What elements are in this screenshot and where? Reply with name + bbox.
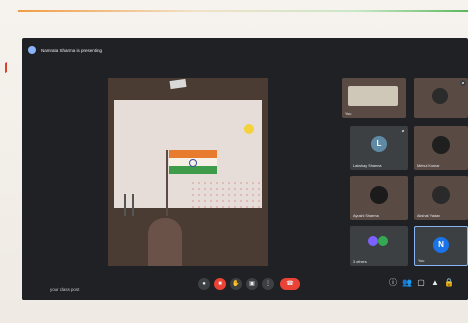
participant-tile[interactable]: Mehul Kumar [414, 126, 468, 170]
camera-off-icon: ■ [218, 281, 222, 287]
participant-tile[interactable]: N You [414, 226, 468, 266]
participant-face [432, 186, 450, 204]
hand-silhouette [148, 218, 182, 266]
info-icon: ⓘ [389, 278, 397, 287]
soldier-drawing [124, 194, 134, 216]
present-icon: ▣ [249, 281, 255, 287]
chat-button[interactable]: ▢ [416, 278, 426, 288]
bottom-left-label: your class post [50, 287, 80, 292]
people-icon: 👥 [402, 278, 412, 287]
info-button[interactable]: ⓘ [388, 278, 398, 288]
dot-pattern [190, 180, 260, 210]
participant-name: You [418, 259, 425, 263]
mic-off-icon: ⌀ [460, 80, 466, 86]
participant-tile[interactable]: You [342, 78, 406, 118]
participant-tile[interactable]: L Lakshay Sharma ⌀ [350, 126, 408, 170]
end-call-icon: ☎ [286, 281, 294, 287]
more-icon: ⋮ [265, 281, 271, 287]
avatar: L [371, 136, 387, 152]
presenting-text: Namrata Sharma is presenting [41, 47, 103, 53]
camera-button[interactable]: ■ [214, 278, 226, 290]
shared-screen[interactable] [108, 78, 268, 266]
activities-button[interactable]: ▲ [430, 278, 440, 288]
thumbnail-preview [348, 86, 398, 106]
more-button[interactable]: ⋮ [262, 278, 274, 290]
participant-tile[interactable]: Ayushi Sharma [350, 176, 408, 220]
activities-icon: ▲ [431, 278, 439, 287]
participant-name: Akshat Yadav [417, 214, 441, 218]
sun-drawing [244, 124, 254, 134]
participant-face [432, 88, 448, 104]
participant-tile[interactable]: ⌀ [414, 78, 468, 118]
header-gradient-rule [18, 10, 468, 12]
pole-drawing [166, 150, 168, 216]
mic-icon: ● [202, 281, 206, 287]
avatar [378, 236, 388, 246]
chat-icon: ▢ [417, 278, 425, 287]
mic-button[interactable]: ● [198, 278, 210, 290]
people-button[interactable]: 👥 [402, 278, 412, 288]
presenting-banner: Namrata Sharma is presenting [28, 43, 102, 57]
presenting-icon [28, 46, 36, 54]
drawing-sheet [114, 100, 262, 216]
participant-name: Lakshay Sharma [353, 164, 382, 168]
participant-face [370, 186, 388, 204]
raise-hand-button[interactable]: ✋ [230, 278, 242, 290]
participant-face [432, 136, 450, 154]
google-meet-window: Namrata Sharma is presenting You ⌀ L Lak… [22, 38, 468, 300]
eraser-icon [169, 78, 187, 90]
participant-name: Ayushi Sharma [353, 214, 379, 218]
avatar [368, 236, 378, 246]
hand-icon: ✋ [232, 281, 240, 287]
participant-tile[interactable]: Akshat Yadav [414, 176, 468, 220]
end-call-button[interactable]: ☎ [280, 278, 300, 290]
lock-button[interactable]: 🔒 [444, 278, 454, 288]
bottom-toolbar: your class post ● ■ ✋ ▣ ⋮ ☎ ⓘ 👥 ▢ ▲ 🔒 [22, 268, 468, 300]
avatar: N [433, 237, 449, 253]
participant-name: You [345, 112, 352, 116]
present-button[interactable]: ▣ [246, 278, 258, 290]
flag-drawing [169, 150, 217, 174]
participant-name: 3 others [353, 260, 367, 264]
participant-tile[interactable]: 3 others [350, 226, 408, 266]
lock-icon: 🔒 [444, 278, 454, 287]
mic-off-icon: ⌀ [400, 128, 406, 134]
participant-name: Mehul Kumar [417, 164, 440, 168]
